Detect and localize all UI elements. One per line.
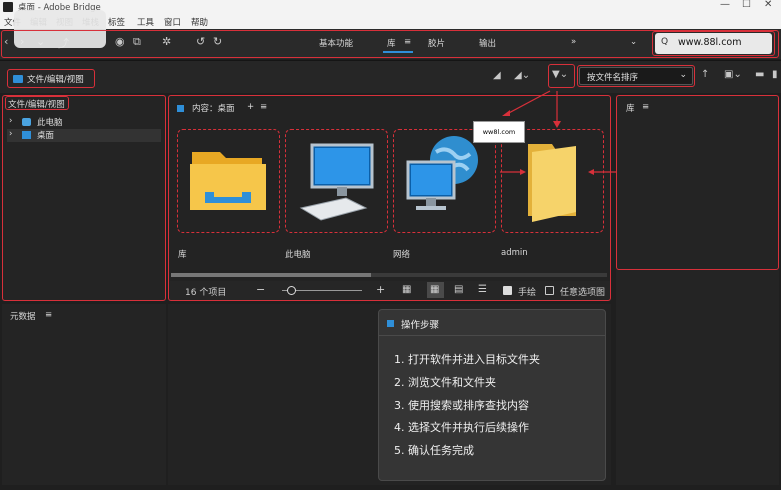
menu-help[interactable]: 帮助 <box>191 16 208 28</box>
tab-library[interactable]: 库 <box>387 37 396 49</box>
filter-icon[interactable]: ▼⌄ <box>552 69 568 80</box>
title-bar: 桌面 - Adobe Bridge — ☐ ✕ <box>0 0 781 14</box>
tab-filmstrip[interactable]: 胶片 <box>428 37 445 49</box>
workspace-dropdown-icon[interactable]: ⌄ <box>630 37 637 47</box>
panel-menu-icon[interactable]: ≡ <box>45 310 52 320</box>
steps-card-title: 操作步骤 <box>401 320 440 331</box>
metadata-panel <box>2 304 166 485</box>
maximize-button[interactable]: ☐ <box>742 0 751 10</box>
sort-direction-icon[interactable]: ↑ <box>701 69 709 80</box>
step-item: 5. 确认任务完成 <box>394 444 474 457</box>
delete-icon[interactable]: ▮ <box>772 69 778 80</box>
menu-label[interactable]: 标签 <box>108 16 125 28</box>
library-menu-icon[interactable]: ≡ <box>404 37 411 47</box>
step-item: 1. 打开软件并进入目标文件夹 <box>394 353 540 366</box>
steps-card: 操作步骤 1. 打开软件并进入目标文件夹 2. 浏览文件和文件夹 3. 使用搜索… <box>378 309 606 481</box>
quality-menu-icon[interactable]: ◢⌄ <box>514 70 530 81</box>
breadcrumb[interactable]: 文件/编辑/视图 <box>7 69 95 88</box>
breadcrumb-label: 文件/编辑/视图 <box>27 75 84 85</box>
app-icon <box>3 2 13 12</box>
tab-essentials[interactable]: 基本功能 <box>319 37 353 49</box>
active-tab-underline <box>383 51 413 53</box>
tab-output[interactable]: 输出 <box>479 37 496 49</box>
step-item: 2. 浏览文件和文件夹 <box>394 376 496 389</box>
preview-panel-highlight <box>616 95 779 270</box>
open-recent-icon[interactable]: ▣⌄ <box>724 69 742 80</box>
search-highlight <box>652 31 775 56</box>
metadata-panel-title: 元数据 <box>10 312 36 322</box>
content-panel-highlight <box>168 95 611 301</box>
step-item: 3. 使用搜索或排序查找内容 <box>394 399 529 412</box>
card-marker <box>387 320 394 327</box>
close-button[interactable]: ✕ <box>764 0 772 10</box>
sort-highlight <box>577 65 695 87</box>
more-workspaces-icon[interactable]: » <box>571 37 576 47</box>
steps-card-header: 操作步骤 <box>379 310 605 336</box>
menu-tools[interactable]: 工具 <box>137 16 154 28</box>
quality-icon[interactable]: ◢ <box>493 70 501 81</box>
menu-bar: 文件 编辑 视图 堆栈 标签 工具 窗口 帮助 <box>0 14 781 29</box>
folders-panel-highlight <box>2 95 166 301</box>
menu-window[interactable]: 窗口 <box>164 16 181 28</box>
folder-icon <box>13 75 23 83</box>
step-item: 4. 选择文件并执行后续操作 <box>394 421 529 434</box>
minimize-button[interactable]: — <box>720 0 730 10</box>
new-folder-icon[interactable]: ▬ <box>755 69 764 80</box>
